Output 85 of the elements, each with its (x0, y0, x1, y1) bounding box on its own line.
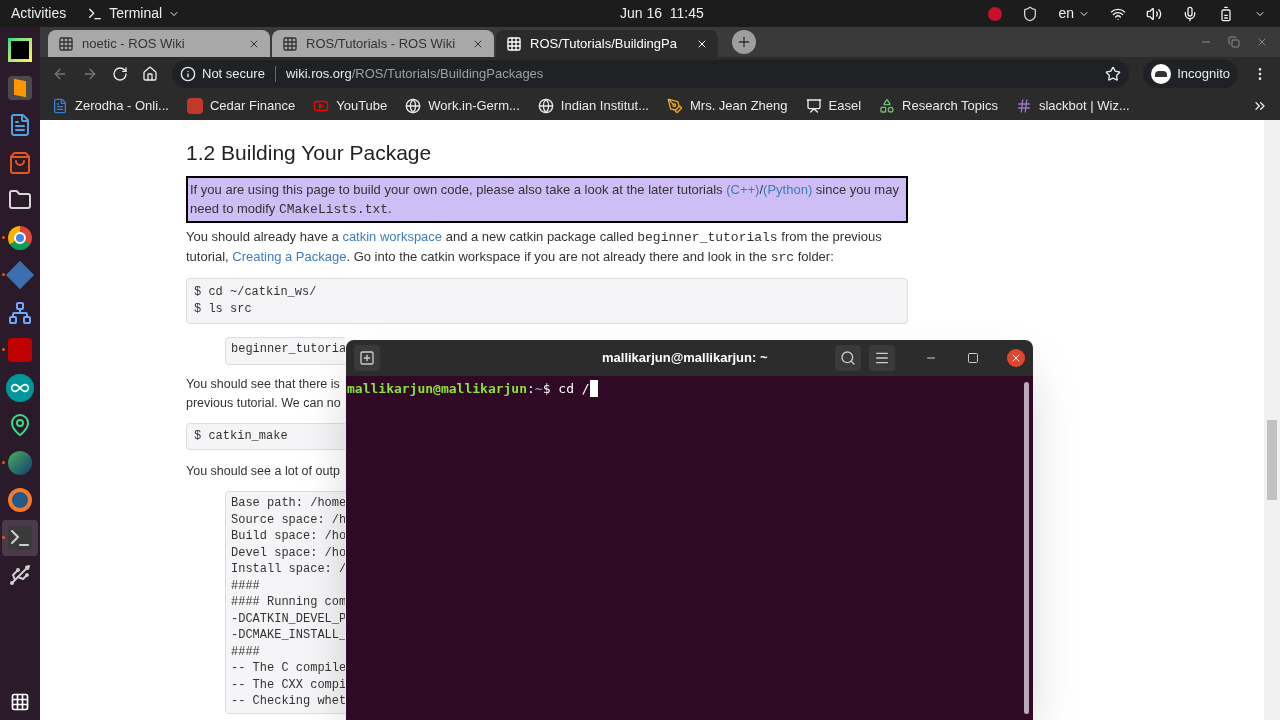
profile-chip[interactable]: Incognito (1143, 60, 1238, 88)
pin-icon (8, 413, 32, 437)
square-logo-icon (8, 75, 32, 100)
bookmark[interactable]: Research Topics (879, 95, 998, 116)
bookmark[interactable]: slackbot | Wiz... (1015, 95, 1130, 116)
bookmark[interactable]: Mrs. Jean Zheng (667, 95, 788, 116)
globe-icon (8, 450, 32, 475)
app-grid-icon[interactable] (10, 692, 30, 712)
scrollbar[interactable] (1264, 120, 1280, 720)
browser-tab[interactable]: ROS/Tutorials/BuildingPa (496, 30, 718, 57)
circle-logo-icon (6, 373, 34, 402)
security-label: Not secure (202, 65, 265, 84)
restore-icon[interactable] (1228, 36, 1240, 48)
microphone-icon[interactable] (1182, 5, 1198, 22)
hash-icon (1015, 97, 1032, 114)
dock-item[interactable] (2, 519, 38, 556)
code-block: $ catkin_make (186, 423, 345, 450)
search-icon (840, 350, 856, 366)
record-icon[interactable] (988, 6, 1003, 21)
square-logo-icon (8, 38, 32, 62)
paragraph-line: You should see that there is (186, 376, 341, 393)
new-tab-button[interactable] (732, 30, 756, 54)
page-icon (506, 35, 522, 52)
close-button[interactable] (1007, 349, 1025, 367)
forward-icon[interactable] (82, 66, 98, 82)
globe-icon (405, 97, 422, 114)
bookmark[interactable]: Zerodha - Onli... (52, 95, 169, 116)
output-block: beginner_tutoria (225, 337, 345, 365)
new-tab-button[interactable] (354, 345, 380, 371)
bookmark[interactable]: Easel (805, 95, 862, 116)
window-title: mallikarjun@mallikarjun: ~ (602, 349, 768, 368)
bag-icon (8, 150, 32, 175)
app-menu[interactable]: Terminal (87, 3, 181, 24)
info-icon (180, 66, 196, 82)
keyboard-layout-menu[interactable]: en (1058, 3, 1090, 24)
plus-icon (359, 350, 375, 366)
browser-tab[interactable]: noetic - ROS Wiki (48, 30, 270, 57)
search-button[interactable] (835, 345, 861, 371)
code-block: $ cd ~/catkin_ws/ $ ls src (186, 278, 908, 324)
volume-icon[interactable] (1146, 5, 1162, 22)
paragraph-line: You should see a lot of outp (186, 463, 341, 480)
incognito-icon (1151, 64, 1172, 84)
bookmark[interactable]: Work.in-Germ... (405, 95, 520, 116)
activities-button[interactable]: Activities (11, 3, 67, 24)
easel-icon (805, 97, 822, 114)
page-icon (282, 35, 298, 52)
menu-icon (874, 350, 890, 366)
address-bar[interactable]: Not secure wiki.ros.org/ROS/Tutorials/BuildingPackages (172, 60, 1130, 88)
text-cursor (589, 380, 598, 397)
section-heading: 1.2 Building Your Package (186, 140, 433, 166)
document-icon (8, 113, 32, 137)
circle-logo-icon (8, 488, 32, 512)
note-text: If you are using this page to build your own code, please also take a look at the later tutorials (C++)/(Python) since you may need to modify CMakeLists.txt. (186, 176, 908, 223)
document-icon (52, 97, 68, 114)
page-icon (58, 35, 74, 52)
menu-button[interactable] (869, 345, 895, 371)
terminal-scrollbar[interactable] (1024, 382, 1029, 714)
clock[interactable]: Jun 16 11:45 (620, 3, 704, 24)
browser-tab[interactable]: ROS/Tutorials - ROS Wiki (272, 30, 494, 57)
prompt-line[interactable]: mallikarjun@mallikarjun:~$ cd / (347, 380, 1024, 398)
link[interactable]: catkin workspace (342, 229, 443, 244)
maximize-icon[interactable] (967, 352, 979, 364)
paragraph-line: previous tutorial. We can no (186, 395, 342, 412)
close-icon (1010, 352, 1022, 364)
pen-icon (667, 97, 683, 114)
globe-icon (537, 97, 554, 114)
bookmark[interactable]: YouTube (313, 95, 388, 116)
circle-logo-icon (8, 225, 32, 250)
url-text: wiki.ros.org/ROS/Tutorials/BuildingPackages (285, 65, 544, 84)
usb-icon (8, 563, 32, 587)
bookmark[interactable]: Indian Institut... (537, 95, 649, 116)
square-logo-icon (8, 338, 32, 362)
bookmark[interactable]: Cedar Finance (186, 95, 296, 116)
terminal-icon (8, 525, 32, 550)
intro-text: You should already have a catkin workspace and a new catkin package called beginner_tutorials from the previous tutorial, Creating a Package. Go into the catkin workspace if you are not already there and look in the src folder: (186, 228, 883, 267)
reload-icon[interactable] (112, 66, 128, 82)
shapes-icon (879, 97, 896, 114)
folder-icon (8, 188, 32, 212)
bookmark-star-icon[interactable] (1105, 66, 1122, 82)
shield-icon[interactable] (1022, 5, 1039, 22)
home-icon[interactable] (142, 66, 158, 82)
battery-icon[interactable] (1218, 5, 1234, 22)
plus-icon (736, 34, 752, 50)
network-icon (8, 300, 32, 325)
back-icon[interactable] (52, 66, 68, 82)
